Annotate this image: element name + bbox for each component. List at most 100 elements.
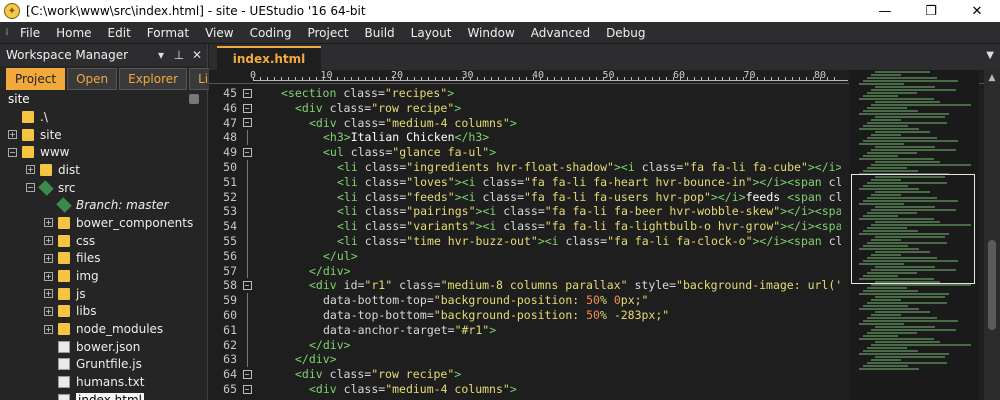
menu-build[interactable]: Build [357, 22, 403, 44]
fold-toggle-icon[interactable]: − [241, 382, 253, 397]
expand-icon[interactable]: + [44, 324, 53, 334]
collapse-icon[interactable]: − [26, 183, 35, 193]
expand-icon[interactable]: + [44, 236, 53, 246]
expand-icon[interactable]: + [44, 289, 53, 299]
tab-dropdown-icon[interactable]: ▼ [986, 50, 994, 61]
menu-home[interactable]: Home [48, 22, 99, 44]
tree-item[interactable]: − src [0, 179, 207, 197]
maximize-button[interactable]: ❐ [908, 0, 954, 22]
scroll-up-arrow-icon[interactable]: ▲ [984, 70, 1000, 86]
fold-toggle-icon[interactable]: − [241, 278, 253, 293]
panel-menu-icon[interactable]: ▾ [153, 48, 169, 62]
code-line[interactable]: 56 </ul> [209, 248, 841, 264]
close-button[interactable]: ✕ [954, 0, 1000, 22]
lock-icon [189, 94, 199, 104]
fold-toggle-icon[interactable]: − [241, 145, 253, 160]
code-line[interactable]: 52 <li class="feeds"><i class="fa fa-li f… [209, 189, 841, 205]
fold-toggle-icon[interactable]: − [241, 367, 253, 382]
tab-explorer[interactable]: Explorer [119, 68, 188, 90]
tree-item[interactable]: + libs [0, 303, 207, 321]
tree-item[interactable]: Branch: master [0, 196, 207, 214]
code-line[interactable]: 46− <div class="row recipe"> [209, 101, 841, 116]
menu-view[interactable]: View [197, 22, 241, 44]
menu-advanced[interactable]: Advanced [523, 22, 598, 44]
expand-icon[interactable]: + [44, 306, 53, 316]
tree-item[interactable]: .\ [0, 108, 207, 126]
tree-item[interactable]: + css [0, 232, 207, 250]
tree-item[interactable]: − www [0, 143, 207, 161]
collapse-icon[interactable]: − [8, 147, 17, 157]
minimap[interactable] [849, 70, 979, 400]
code-line[interactable]: 45− <section class="recipes"> [209, 86, 841, 101]
menu-window[interactable]: Window [459, 22, 522, 44]
minimap-line [875, 341, 940, 343]
menu-coding[interactable]: Coding [242, 22, 300, 44]
ruler-tick [526, 77, 527, 81]
code-line[interactable]: 57 </div> [209, 263, 841, 279]
pin-icon[interactable]: ⊥ [171, 48, 187, 62]
menu-edit[interactable]: Edit [100, 22, 139, 44]
tree-item[interactable]: index.html [0, 391, 207, 400]
expand-icon[interactable]: + [44, 253, 53, 263]
minimap-line [875, 131, 930, 133]
minimize-button[interactable]: — [862, 0, 908, 22]
expand-icon[interactable]: + [44, 271, 53, 281]
tree-item[interactable]: + node_modules [0, 320, 207, 338]
minimap-line [875, 86, 935, 88]
code-line[interactable]: 47− <div class="medium-4 columns"> [209, 116, 841, 131]
code-line[interactable]: 48 <h3>Italian Chicken</h3> [209, 130, 841, 146]
code-line[interactable]: 65− <div class="medium-4 columns"> [209, 382, 841, 397]
code-editor[interactable]: 45− <section class="recipes"> 46− <div clas… [209, 86, 841, 400]
scroll-thumb[interactable] [988, 240, 996, 330]
menu-format[interactable]: Format [139, 22, 197, 44]
panel-close-icon[interactable]: ✕ [189, 48, 205, 62]
tree-item[interactable]: + js [0, 285, 207, 303]
tree-item[interactable]: + files [0, 250, 207, 268]
tree-item[interactable]: + bower_components [0, 214, 207, 232]
fold-line [241, 293, 253, 308]
tree-item[interactable]: + site [0, 126, 207, 144]
minimap-line [863, 95, 898, 97]
tab-project[interactable]: Project [6, 68, 66, 90]
line-number: 61 [223, 322, 237, 337]
tree-item[interactable]: Gruntfile.js [0, 356, 207, 374]
folder-icon [40, 163, 52, 176]
code-line[interactable]: 59 data-bottom-top="background-position: … [209, 293, 841, 308]
code-line[interactable]: 62 </div> [209, 337, 841, 353]
code-line[interactable]: 54 <li class="variants"><i class="fa fa-l… [209, 219, 841, 234]
expand-icon[interactable]: + [8, 130, 17, 140]
code-line[interactable]: 60 data-top-bottom="background-position: … [209, 307, 841, 323]
folder-icon [58, 270, 70, 283]
menu-debug[interactable]: Debug [598, 22, 653, 44]
fold-toggle-icon[interactable]: − [241, 101, 253, 116]
tree-item[interactable]: + dist [0, 161, 207, 179]
tree-item[interactable]: bower.json [0, 338, 207, 356]
code-line[interactable]: 49− <ul class="glance fa-ul"> [209, 145, 841, 160]
menu-layout[interactable]: Layout [403, 22, 460, 44]
menu-project[interactable]: Project [299, 22, 356, 44]
tree-item[interactable]: + img [0, 267, 207, 285]
minimap-viewport[interactable] [851, 174, 975, 284]
tab-open[interactable]: Open [67, 68, 118, 90]
file-tab-index-html[interactable]: index.html [217, 46, 321, 70]
code-line[interactable]: 55 <li class="time hvr-buzz-out"><i class… [209, 233, 841, 249]
vertical-scrollbar[interactable]: ▲ [984, 70, 1000, 400]
code-line[interactable]: 51 <li class="loves"><i class="fa fa-li f… [209, 174, 841, 190]
fold-toggle-icon[interactable]: − [241, 116, 253, 131]
tree-item[interactable]: humans.txt [0, 373, 207, 391]
line-number: 63 [223, 352, 237, 367]
expand-icon[interactable]: + [44, 218, 53, 228]
code-line[interactable]: 53 <li class="pairings"><i class="fa fa-l… [209, 204, 841, 220]
fold-toggle-icon[interactable]: − [241, 86, 253, 101]
code-line[interactable]: 64− <div class="row recipe"> [209, 367, 841, 382]
code-line[interactable]: 50 <li class="ingredients hvr-float-shado… [209, 159, 841, 175]
code-line[interactable]: 58− <div id="r1" class="medium-8 columns … [209, 278, 841, 293]
ruler-tick [344, 77, 345, 81]
code-line[interactable]: 63 </div> [209, 352, 841, 368]
project-root[interactable]: site [0, 90, 207, 108]
expand-icon[interactable]: + [26, 165, 35, 175]
line-number: 51 [223, 174, 237, 189]
menu-file[interactable]: File [12, 22, 48, 44]
toolbar-grip-icon[interactable]: ⁞ [2, 27, 12, 38]
code-line[interactable]: 61 data-anchor-target="#r1"> [209, 322, 841, 338]
